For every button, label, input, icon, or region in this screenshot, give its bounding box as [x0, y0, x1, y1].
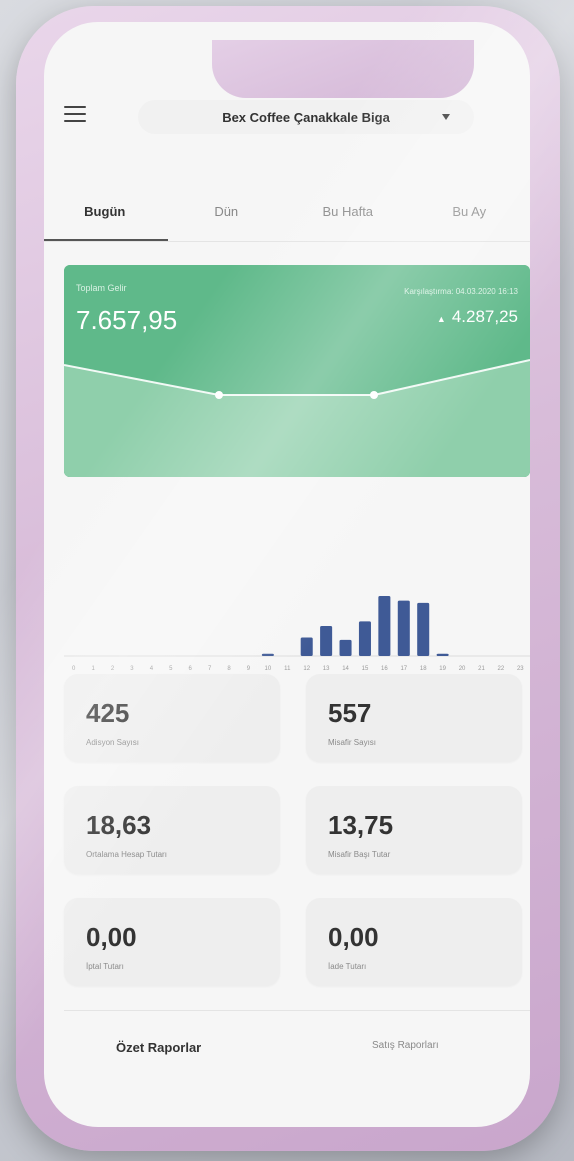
stat-value: 13,75 [328, 810, 394, 840]
hour-tick-label: 0 [72, 666, 76, 672]
stat-value: 425 [86, 698, 130, 728]
hour-tick-label: 16 [381, 666, 388, 672]
store-selector[interactable]: Bex Coffee Çanakkale Biga [138, 100, 474, 134]
hour-bar-15 [358, 621, 371, 656]
hour-tick-label: 1 [91, 666, 95, 672]
up-arrow-icon: ▲ [436, 314, 446, 324]
hourly-sales-chart: 0 1 2 3 4 5 6 7 8 9 10 11 12 13 14 15 16 17 18 19 20 21 22 23 [64, 596, 530, 672]
hour-tick-label: 8 [227, 666, 231, 672]
hour-bar-16 [378, 596, 391, 656]
summary-reports-tab[interactable]: Özet Raporlar [116, 1040, 201, 1055]
hour-bar-13 [320, 626, 333, 656]
stat-value: 0,00 [328, 922, 379, 952]
hour-tick-label: 5 [169, 666, 173, 672]
period-tabs: Bugün Dün Bu Hafta Bu Ay [44, 200, 530, 242]
tab-today[interactable]: Bugün [44, 200, 168, 242]
revenue-label: Toplam Gelir [76, 283, 127, 293]
hour-bar-18 [417, 602, 430, 656]
hour-tick-label: 13 [323, 666, 330, 672]
hour-bar-12 [300, 637, 313, 656]
hour-tick-label: 7 [208, 666, 212, 672]
hour-tick-label: 4 [150, 666, 154, 672]
revenue-trend-chart [64, 265, 530, 477]
hour-bar-17 [397, 600, 410, 656]
tabs-divider [44, 241, 530, 242]
phone-notch [212, 40, 474, 98]
hour-tick-label: 19 [439, 666, 446, 672]
stat-value: 18,63 [86, 810, 152, 840]
comparison-label: Karşılaştırma: 04.03.2020 16:13 [404, 287, 518, 296]
hour-tick-label: 17 [400, 666, 407, 672]
app-screen: Bex Coffee Çanakkale Biga Bugün Dün Bu H… [44, 22, 530, 1127]
tab-yesterday[interactable]: Dün [166, 200, 288, 242]
hour-tick-label: 6 [189, 666, 193, 672]
trend-point [215, 391, 223, 399]
stat-label: Misafir Başı Tutar [328, 850, 391, 859]
hour-tick-label: 20 [459, 666, 466, 672]
stat-card-cancel-amount[interactable]: 0,00 İptal Tutarı [64, 898, 280, 986]
stat-card-per-guest[interactable]: 13,75 Misafir Başı Tutar [306, 786, 522, 874]
stat-label: İade Tutarı [328, 962, 367, 971]
hour-tick-label: 15 [362, 666, 369, 672]
hour-bar-10 [261, 653, 274, 656]
stat-label: Misafir Sayısı [328, 738, 377, 747]
tab-this-month[interactable]: Bu Ay [409, 200, 531, 242]
hour-tick-label: 3 [130, 666, 134, 672]
comparison-value: 4.287,25 [451, 307, 518, 326]
hour-tick-label: 22 [498, 666, 505, 672]
hour-bar-14 [339, 639, 352, 656]
sales-reports-tab[interactable]: Satış Raporları [372, 1040, 439, 1051]
bottom-divider [64, 1010, 530, 1011]
hour-tick-label: 2 [111, 666, 115, 672]
hour-tick-label: 21 [478, 666, 485, 672]
comparison-amount: ▲ 4.287,25 [437, 307, 518, 327]
hamburger-menu-icon[interactable] [64, 106, 86, 122]
hour-tick-label: 12 [303, 666, 310, 672]
stat-card-guest-count[interactable]: 557 Misafir Sayısı [306, 674, 522, 762]
hour-tick-label: 18 [420, 666, 427, 672]
revenue-value: 7.657,95 [76, 305, 178, 335]
chevron-down-icon [442, 114, 450, 120]
stat-value: 557 [328, 698, 372, 728]
stat-card-avg-check[interactable]: 18,63 Ortalama Hesap Tutarı [64, 786, 280, 874]
hour-tick-label: 11 [284, 666, 291, 672]
stat-label: Adisyon Sayısı [86, 738, 139, 747]
stat-card-receipt-count[interactable]: 425 Adisyon Sayısı [64, 674, 280, 762]
stat-card-refund-amount[interactable]: 0,00 İade Tutarı [306, 898, 522, 986]
stat-label: İptal Tutarı [86, 962, 124, 971]
hour-tick-label: 14 [342, 666, 349, 672]
hour-tick-label: 23 [517, 666, 524, 672]
store-name: Bex Coffee Çanakkale Biga [222, 109, 390, 125]
stat-label: Ortalama Hesap Tutarı [86, 850, 167, 859]
hour-tick-label: 9 [247, 666, 251, 672]
trend-point [370, 391, 378, 399]
revenue-card: Toplam Gelir 7.657,95 Karşılaştırma: 04.… [64, 265, 530, 477]
hour-bar-19 [436, 653, 449, 656]
hour-tick-label: 10 [265, 666, 272, 672]
tab-this-week[interactable]: Bu Hafta [287, 200, 409, 242]
stat-value: 0,00 [86, 922, 137, 952]
